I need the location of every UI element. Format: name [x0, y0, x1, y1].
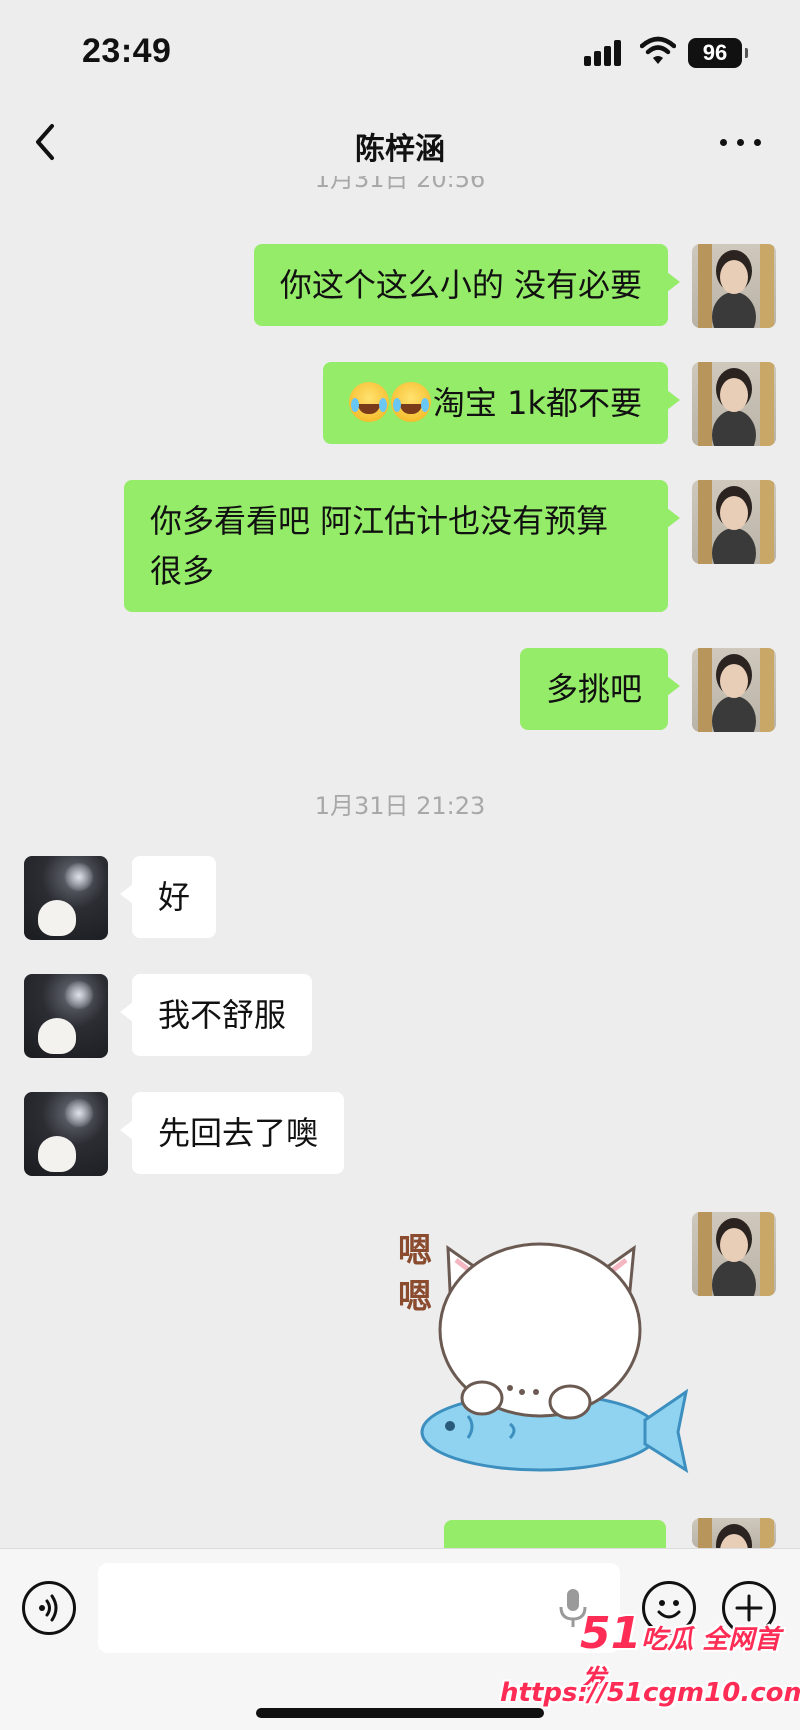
- cat-on-fish-sticker[interactable]: [390, 1220, 690, 1480]
- message-bubble[interactable]: 先回去了噢: [119, 1092, 345, 1174]
- message-text: 多挑吧: [545, 670, 642, 708]
- voice-input-icon[interactable]: [22, 1581, 76, 1635]
- self-avatar[interactable]: [692, 480, 776, 564]
- message-text: 你这个这么小的 没有必要: [279, 266, 642, 304]
- timestamp: 1月31日 21:23: [314, 792, 486, 820]
- message-text: 淘宝 1k都不要: [432, 384, 642, 422]
- cellular-signal-icon: [584, 38, 628, 66]
- timestamp: 1月31日 20:56: [314, 176, 486, 193]
- contact-avatar[interactable]: [24, 974, 108, 1058]
- battery-icon: 96: [688, 38, 748, 68]
- message-bubble[interactable]: 好: [119, 856, 217, 938]
- message-text: 先回去了噢: [158, 1114, 319, 1152]
- message-input[interactable]: [98, 1563, 620, 1653]
- contact-avatar[interactable]: [24, 856, 108, 940]
- watermark-url: https://51cgm10.com: [500, 1678, 800, 1708]
- message-text-line: 很多: [150, 552, 215, 590]
- message-bubble[interactable]: 你多看看吧 阿江估计也没有预算 很多: [124, 480, 680, 612]
- more-options-icon[interactable]: [716, 130, 766, 154]
- rolling-laughing-emoji-icon: [348, 382, 389, 422]
- status-time: 23:49: [82, 32, 172, 70]
- message-bubble[interactable]: [444, 1520, 666, 1548]
- message-text: 好: [158, 878, 191, 916]
- chat-title: 陈梓涵: [355, 132, 445, 167]
- home-indicator[interactable]: [256, 1708, 544, 1718]
- message-text-line: 你多看看吧 阿江估计也没有预算: [150, 502, 609, 540]
- message-bubble[interactable]: 淘宝 1k都不要: [322, 362, 681, 444]
- self-avatar[interactable]: [692, 362, 776, 446]
- self-avatar[interactable]: [692, 244, 776, 328]
- chat-header: 陈梓涵: [0, 100, 800, 184]
- watermark-number: 51: [580, 1608, 642, 1659]
- self-avatar[interactable]: [692, 648, 776, 732]
- self-avatar[interactable]: [692, 1212, 776, 1296]
- message-text: 我不舒服: [158, 996, 287, 1034]
- contact-avatar[interactable]: [24, 1092, 108, 1176]
- wifi-icon: [640, 36, 676, 64]
- status-bar: 23:49 96: [0, 0, 800, 100]
- message-bubble[interactable]: 我不舒服: [119, 974, 313, 1056]
- message-bubble[interactable]: 你这个这么小的 没有必要: [253, 244, 681, 326]
- self-avatar[interactable]: [692, 1518, 776, 1548]
- message-bubble[interactable]: 多挑吧: [519, 648, 681, 730]
- rolling-laughing-emoji-icon: [390, 382, 431, 422]
